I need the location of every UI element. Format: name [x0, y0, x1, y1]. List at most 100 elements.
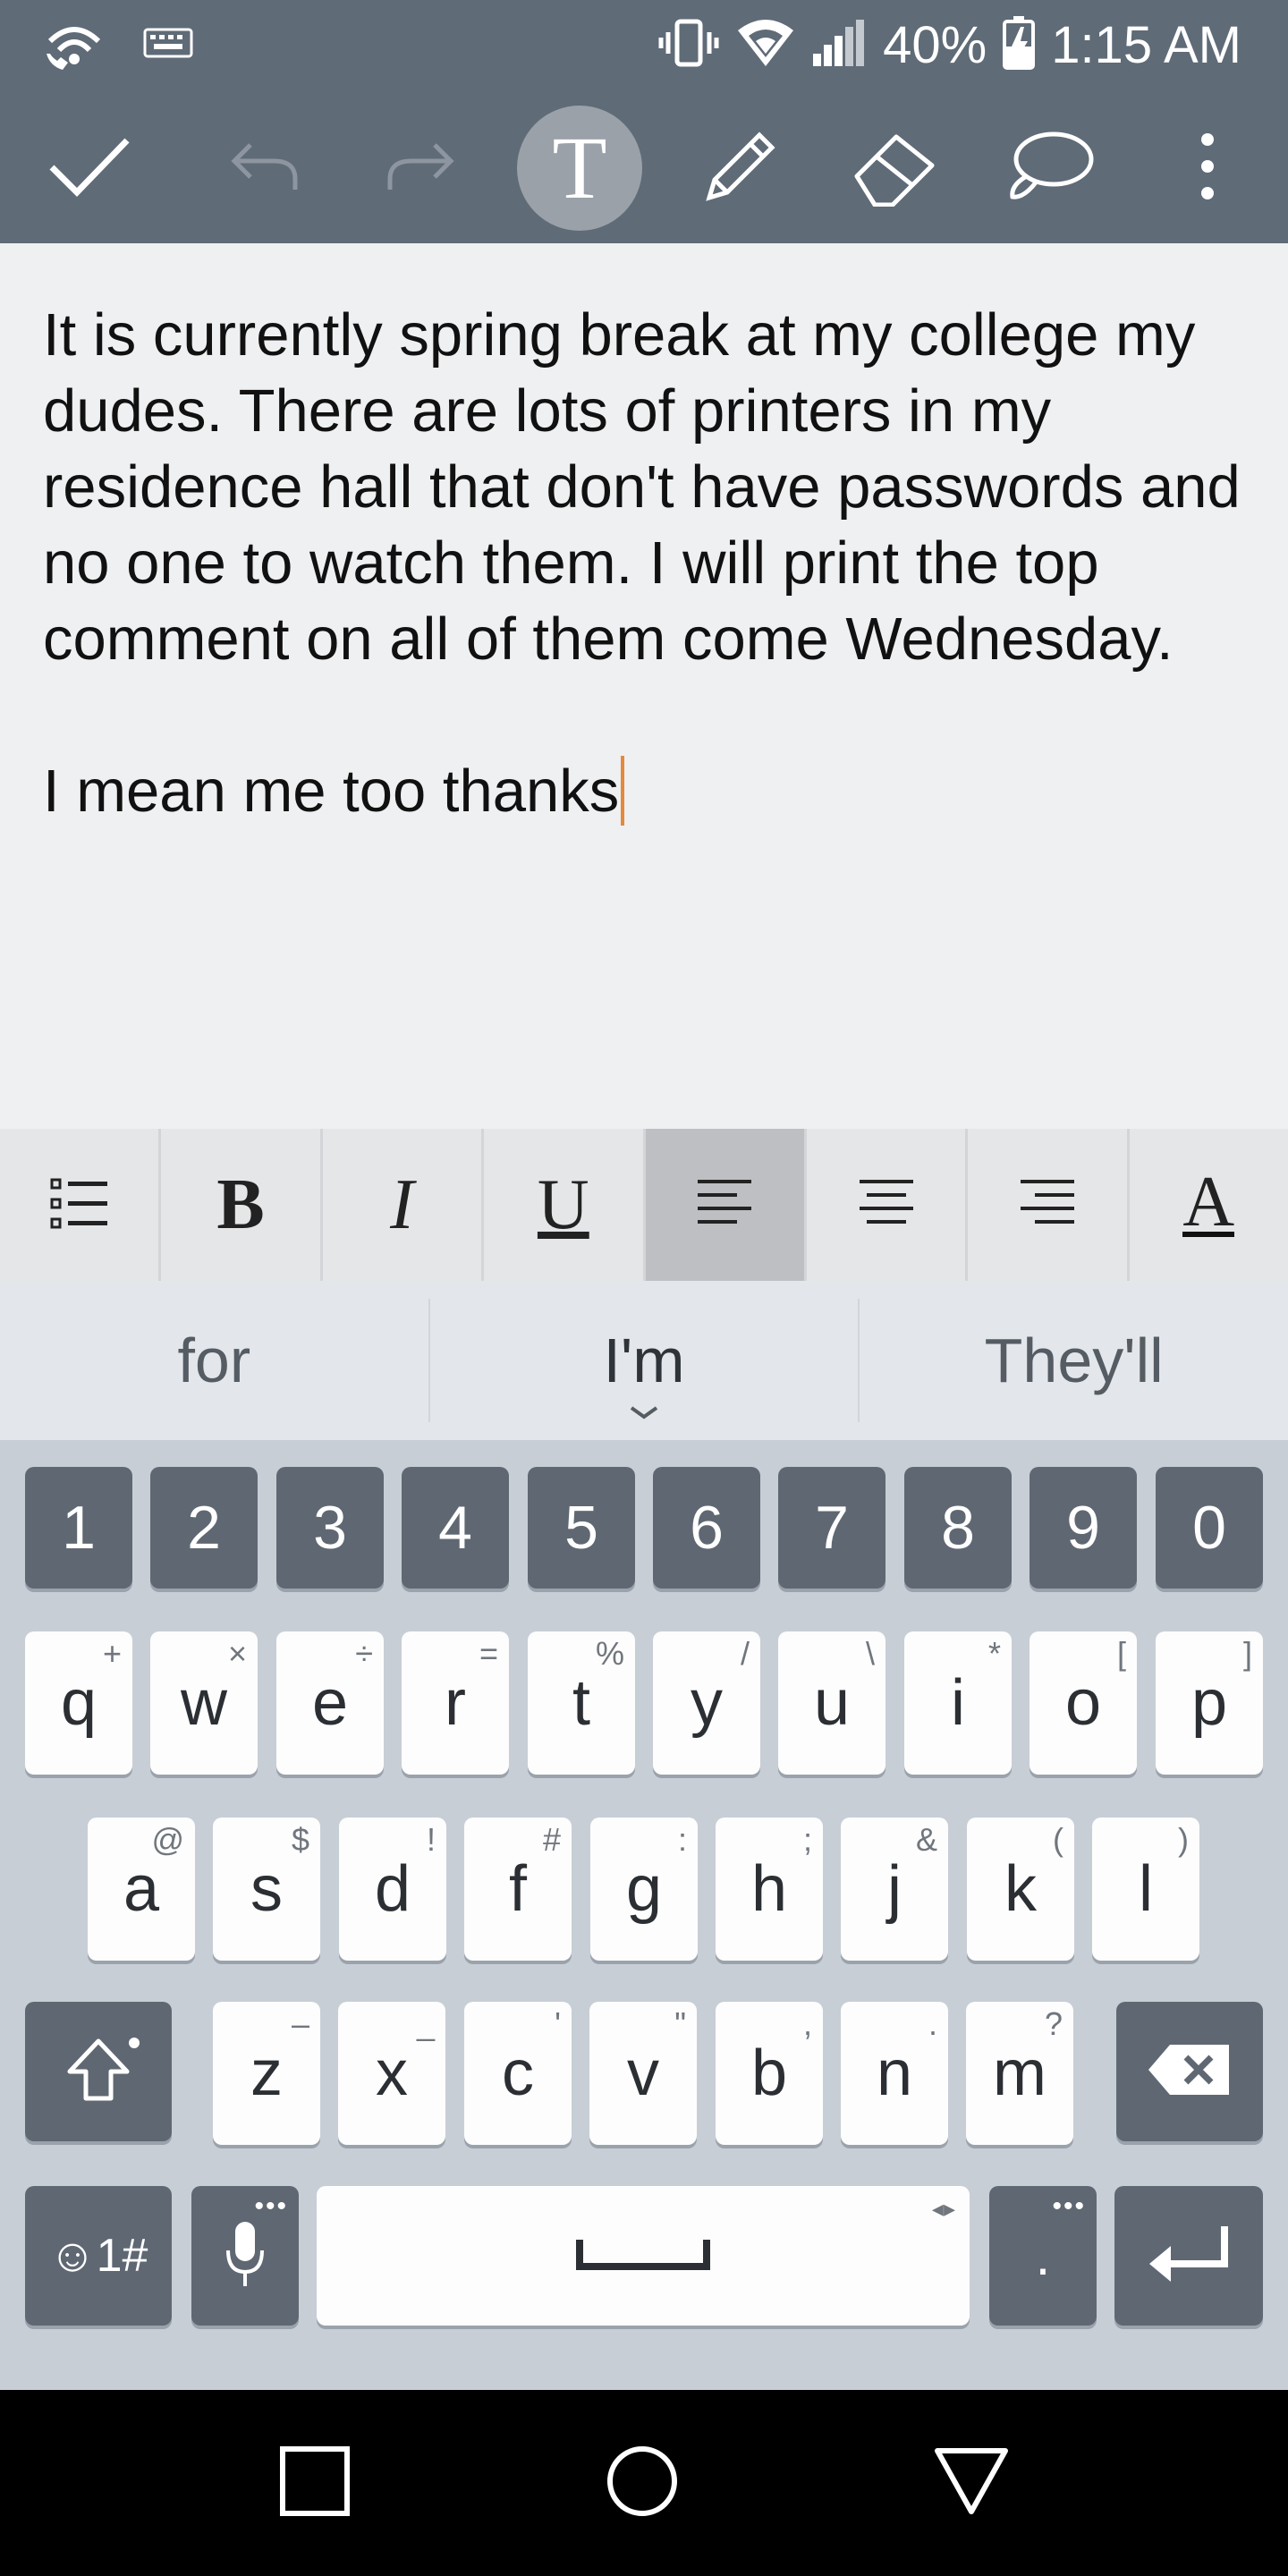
comment-button[interactable] [1005, 123, 1095, 213]
eraser-button[interactable] [850, 123, 939, 213]
font-color-button[interactable]: A [1130, 1129, 1288, 1281]
voice-input-key[interactable]: ••• [191, 2186, 299, 2326]
align-right-button[interactable] [968, 1129, 1130, 1281]
key-z[interactable]: z – [213, 2002, 320, 2145]
key-d-label: d [374, 1853, 411, 1925]
key-5[interactable]: 5 [528, 1467, 635, 1589]
key-r-hint: = [479, 1635, 498, 1672]
back-button[interactable] [934, 2447, 1009, 2520]
key-s-hint: $ [291, 1821, 309, 1858]
pen-button[interactable] [696, 123, 785, 213]
key-e[interactable]: e ÷ [276, 1631, 384, 1775]
text-mode-button[interactable]: T [517, 106, 642, 231]
bullet-list-button[interactable] [0, 1129, 162, 1281]
key-7[interactable]: 7 [778, 1467, 886, 1589]
key-m-hint: ? [1044, 2005, 1063, 2042]
key-t-label: t [572, 1667, 590, 1739]
key-u[interactable]: u \ [778, 1631, 886, 1775]
recents-button[interactable] [279, 2445, 351, 2521]
shift-key[interactable] [25, 2002, 172, 2141]
status-right: 40% 1:15 AM [657, 0, 1241, 89]
suggestion-center[interactable]: I'm [430, 1281, 859, 1440]
key-9[interactable]: 9 [1030, 1467, 1137, 1589]
key-8[interactable]: 8 [904, 1467, 1012, 1589]
undo-button[interactable] [220, 123, 309, 213]
backspace-key[interactable] [1116, 2002, 1263, 2141]
check-icon [48, 135, 131, 202]
key-5-label: 5 [564, 1494, 598, 1562]
more-options-button[interactable] [1163, 123, 1252, 213]
key-p[interactable]: p] [1156, 1631, 1263, 1775]
key-1[interactable]: 1 [25, 1467, 132, 1589]
key-k-hint: ( [1053, 1821, 1063, 1858]
key-y[interactable]: y / [653, 1631, 760, 1775]
symbols-key[interactable]: ☺1# [25, 2186, 172, 2326]
keyboard-icon [143, 28, 193, 63]
key-g[interactable]: g: [590, 1818, 698, 1961]
key-t[interactable]: t% [528, 1631, 635, 1775]
key-y-label: y [691, 1667, 723, 1739]
enter-key[interactable] [1114, 2186, 1263, 2326]
key-f[interactable]: f # [464, 1818, 572, 1961]
key-d[interactable]: d! [339, 1818, 446, 1961]
key-r[interactable]: r = [402, 1631, 509, 1775]
key-b-label: b [750, 2038, 788, 2109]
key-n[interactable]: n. [841, 2002, 948, 2145]
key-2[interactable]: 2 [150, 1467, 258, 1589]
text-cursor [621, 756, 625, 826]
italic-button[interactable]: I [323, 1129, 485, 1281]
key-s[interactable]: s $ [213, 1818, 320, 1961]
bold-icon: B [216, 1165, 265, 1244]
note-body[interactable]: It is currently spring break at my colle… [43, 297, 1250, 829]
align-center-button[interactable] [807, 1129, 969, 1281]
status-bar: 40% 1:15 AM [0, 0, 1288, 89]
suggestion-left[interactable]: for [0, 1281, 428, 1440]
key-b[interactable]: b, [716, 2002, 823, 2145]
key-i[interactable]: i * [904, 1631, 1012, 1775]
note-editor[interactable]: It is currently spring break at my colle… [0, 243, 1288, 1129]
clock: 1:15 AM [1051, 15, 1241, 74]
key-4[interactable]: 4 [402, 1467, 509, 1589]
key-q[interactable]: q + [25, 1631, 132, 1775]
key-h[interactable]: h; [716, 1818, 823, 1961]
key-6[interactable]: 6 [653, 1467, 760, 1589]
shift-icon [63, 2034, 134, 2110]
key-s-label: s [250, 1853, 283, 1925]
key-w[interactable]: w × [150, 1631, 258, 1775]
top-bar: 40% 1:15 AM T [0, 0, 1288, 243]
chevron-down-icon [628, 1363, 660, 1435]
more-icon [1199, 131, 1216, 207]
home-button[interactable] [605, 2444, 680, 2523]
pencil-icon [700, 126, 781, 211]
key-0[interactable]: 0 [1156, 1467, 1263, 1589]
key-7-label: 7 [815, 1494, 849, 1562]
align-left-button[interactable] [645, 1129, 807, 1281]
period-key[interactable]: . ••• [989, 2186, 1097, 2326]
key-w-label: w [181, 1667, 227, 1739]
battery-icon [1003, 15, 1036, 74]
key-c[interactable]: c ' [464, 2002, 572, 2145]
bold-button[interactable]: B [161, 1129, 323, 1281]
key-v-hint: " [674, 2005, 686, 2042]
suggestion-right[interactable]: They'll [860, 1281, 1288, 1440]
key-k[interactable]: k( [967, 1818, 1074, 1961]
done-button[interactable] [45, 123, 134, 213]
battery-percent: 40% [883, 15, 987, 74]
key-m[interactable]: m? [966, 2002, 1073, 2145]
space-key[interactable]: ◂▸ [317, 2186, 970, 2326]
redo-button[interactable] [376, 123, 465, 213]
underline-button[interactable]: U [484, 1129, 646, 1281]
key-3[interactable]: 3 [276, 1467, 384, 1589]
key-o[interactable]: o[ [1030, 1631, 1137, 1775]
format-bar: B I U A [0, 1129, 1288, 1281]
key-j[interactable]: j & [841, 1818, 948, 1961]
key-a[interactable]: a @ [88, 1818, 195, 1961]
key-x[interactable]: x _ [338, 2002, 445, 2145]
soft-keyboard: ☺1# ••• ◂▸ . ••• 1 2 3 4 5 6 7 8 9 0 q + w × e ÷ r = t% y / u… [0, 1440, 1288, 2390]
text-mode-icon: T [552, 118, 607, 217]
key-v[interactable]: v " [589, 2002, 697, 2145]
redo-icon [385, 140, 456, 198]
key-f-label: f [508, 1853, 527, 1925]
key-l[interactable]: l) [1092, 1818, 1199, 1961]
key-l-label: l [1139, 1853, 1153, 1925]
